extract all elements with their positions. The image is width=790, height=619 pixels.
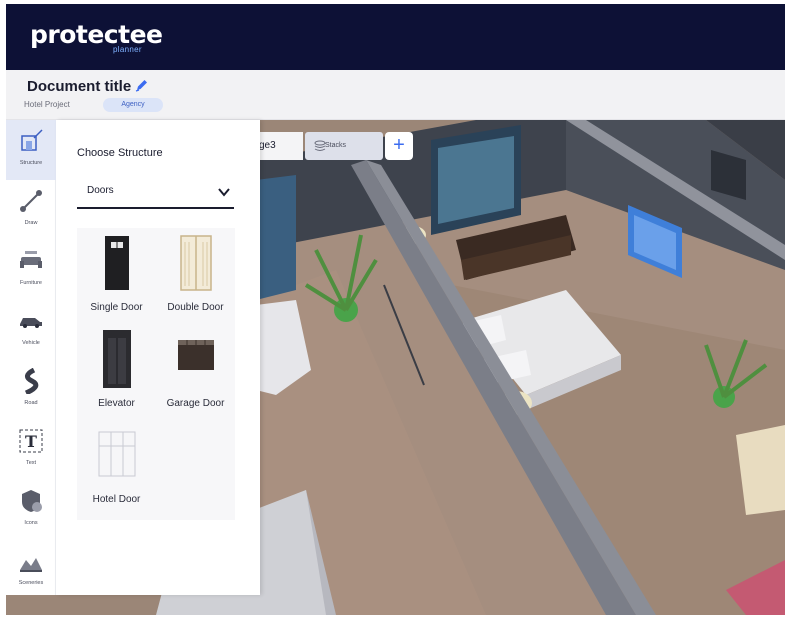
tool-icons[interactable]: Icons	[6, 480, 56, 540]
panel-title: Choose Structure	[77, 147, 163, 159]
furniture-icon	[20, 251, 42, 268]
icons-icon	[22, 490, 42, 512]
tool-structure[interactable]: Structure	[6, 120, 56, 180]
structure-panel: Choose Structure Doors Single Door Doubl…	[56, 120, 260, 595]
tool-furniture-label: Furniture	[19, 280, 42, 286]
tool-road-label: Road	[24, 400, 38, 406]
tool-furniture[interactable]: Furniture	[6, 240, 56, 300]
pencil-icon[interactable]	[134, 77, 150, 93]
door-item-label: Double Door	[167, 302, 224, 313]
svg-text:T: T	[25, 432, 37, 451]
vehicle-icon	[20, 318, 42, 328]
tool-sidebar: Structure Draw Furniture Vehicle Road T …	[6, 120, 56, 595]
door-item-double[interactable]: Double Door	[156, 228, 235, 324]
garage-door-icon	[178, 340, 214, 370]
stack-icon	[314, 140, 326, 151]
tab-stacks[interactable]: Stacks	[305, 132, 383, 160]
add-tab-button[interactable]: +	[385, 132, 413, 160]
agency-badge: Agency	[103, 98, 163, 112]
elevator-icon	[103, 330, 131, 388]
road-icon	[24, 368, 39, 394]
tool-vehicle-label: Vehicle	[22, 340, 40, 346]
sceneries-icon	[20, 558, 42, 572]
door-item-hotel[interactable]: Hotel Door	[77, 420, 156, 516]
document-title[interactable]: Document title	[27, 78, 131, 95]
tool-structure-label: Structure	[19, 160, 43, 166]
tab-stacks-label: Stacks	[325, 142, 347, 149]
tool-road[interactable]: Road	[6, 360, 56, 420]
single-door-icon	[105, 236, 129, 290]
tool-sceneries-label: Sceneries	[18, 580, 44, 586]
door-item-label: Garage Door	[166, 398, 225, 409]
structure-icon	[21, 129, 43, 151]
tool-text[interactable]: T Text	[6, 420, 56, 480]
structure-type-value: Doors	[87, 185, 114, 196]
double-door-icon	[180, 235, 212, 291]
door-grid: Single Door Double Door Elevator Garage …	[77, 228, 235, 520]
door-item-elevator[interactable]: Elevator	[77, 324, 156, 420]
top-bar: protectee planner	[6, 4, 785, 70]
door-item-label: Elevator	[98, 398, 135, 409]
door-item-garage[interactable]: Garage Door	[156, 324, 235, 420]
project-name: Hotel Project	[24, 100, 70, 109]
text-icon: T	[19, 429, 43, 453]
tool-vehicle[interactable]: Vehicle	[6, 300, 56, 360]
app-logo[interactable]: protectee	[30, 20, 163, 49]
tool-sceneries[interactable]: Sceneries	[6, 540, 56, 600]
door-item-label: Hotel Door	[92, 494, 141, 505]
draw-icon	[20, 190, 42, 212]
door-item-label: Single Door	[90, 302, 143, 313]
tool-text-label: Text	[25, 460, 37, 466]
tool-draw-label: Draw	[24, 220, 38, 226]
document-header: Document title Hotel Project Agency	[6, 70, 785, 120]
door-item-single[interactable]: Single Door	[77, 228, 156, 324]
chevron-down-icon	[218, 188, 230, 197]
tab-page3[interactable]: ge3	[255, 132, 303, 160]
plus-icon: +	[393, 134, 405, 156]
tool-draw[interactable]: Draw	[6, 180, 56, 240]
hotel-door-icon	[98, 431, 136, 477]
tool-icons-label: Icons	[24, 520, 38, 526]
structure-type-select[interactable]: Doors	[77, 177, 234, 209]
app-logo-subtitle: planner	[113, 45, 142, 54]
